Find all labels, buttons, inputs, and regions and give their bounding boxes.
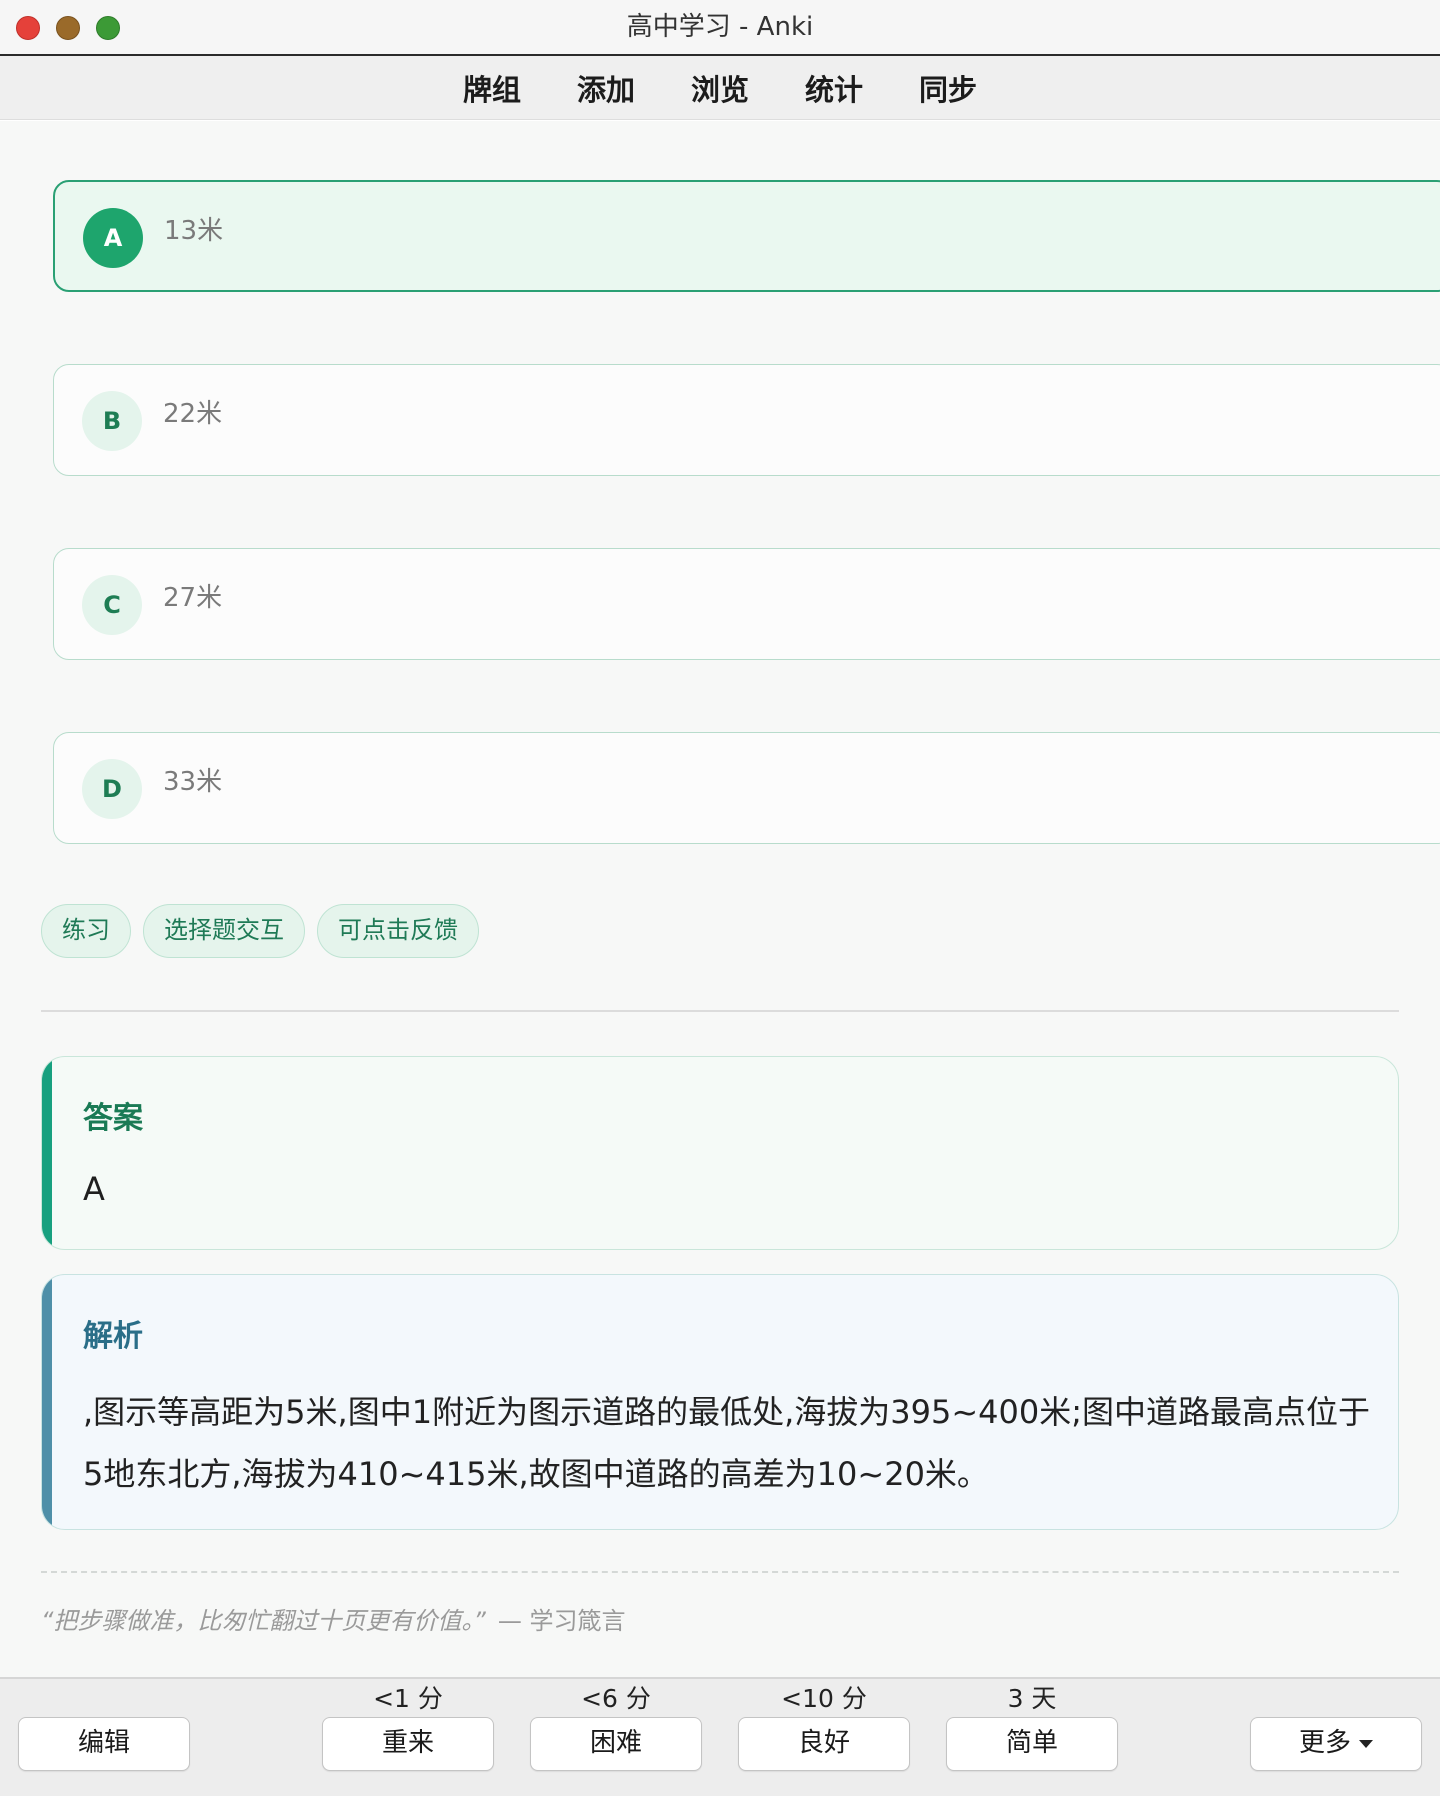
tag-clickable-feedback: 可点击反馈 xyxy=(317,904,479,958)
option-b[interactable]: B 22米 xyxy=(53,364,1440,476)
window-title: 高中学习 - Anki xyxy=(626,12,814,42)
analysis-text: ,图示等高距为5米,图中1附近为图示道路的最低处,海拔为395~400米;图中道… xyxy=(83,1393,1370,1493)
easy-button[interactable]: 简单 xyxy=(946,1717,1118,1771)
good-interval: <10 分 xyxy=(781,1684,867,1713)
option-a-badge: A xyxy=(83,208,143,268)
hard-button[interactable]: 困难 xyxy=(530,1717,702,1771)
option-c-badge: C xyxy=(82,575,142,635)
hard-interval: <6 分 xyxy=(581,1684,651,1713)
option-b-badge: B xyxy=(82,391,142,451)
again-button[interactable]: 重来 xyxy=(322,1717,494,1771)
analysis-title: 解析 xyxy=(83,1319,143,1354)
edit-button[interactable]: 编辑 xyxy=(18,1717,190,1771)
analysis-panel: 解析 ,图示等高距为5米,图中1附近为图示道路的最低处,海拔为395~400米;… xyxy=(41,1274,1399,1530)
title-bar: 高中学习 - Anki xyxy=(0,0,1440,56)
quote-text: “把步骤做准，比匆忙翻过十页更有价值。” xyxy=(41,1607,486,1635)
option-b-text: 22米 xyxy=(163,399,223,429)
option-a[interactable]: A 13米 xyxy=(53,180,1440,292)
toolbar-sync[interactable]: 同步 xyxy=(919,67,977,109)
toolbar-browse[interactable]: 浏览 xyxy=(691,67,749,109)
tag-list: 练习 选择题交互 可点击反馈 xyxy=(41,904,479,958)
toolbar-add[interactable]: 添加 xyxy=(577,67,635,109)
easy-interval: 3 天 xyxy=(1007,1684,1057,1713)
answer-divider xyxy=(41,1010,1399,1012)
option-d[interactable]: D 33米 xyxy=(53,732,1440,844)
tag-practice: 练习 xyxy=(41,904,131,958)
answer-panel: 答案 A xyxy=(41,1056,1399,1250)
again-interval: <1 分 xyxy=(373,1684,443,1713)
analysis-panel-accent xyxy=(42,1275,52,1529)
more-button-label: 更多 xyxy=(1298,1728,1351,1758)
toolbar-decks[interactable]: 牌组 xyxy=(463,67,521,109)
option-c-text: 27米 xyxy=(163,583,223,613)
answer-title: 答案 xyxy=(83,1101,143,1136)
option-d-text: 33米 xyxy=(163,767,223,797)
quote: “把步骤做准，比匆忙翻过十页更有价值。” — 学习箴言 xyxy=(41,1601,626,1636)
quote-source: — 学习箴言 xyxy=(497,1607,626,1635)
answer-panel-accent xyxy=(42,1057,52,1249)
tag-choice-interaction: 选择题交互 xyxy=(143,904,305,958)
option-d-badge: D xyxy=(82,759,142,819)
good-button[interactable]: 良好 xyxy=(738,1717,910,1771)
answer-value: A xyxy=(83,1170,105,1208)
review-bottom-bar: 编辑 <1 分 重来 <6 分 困难 <10 分 良好 3 天 简单 更多 xyxy=(0,1677,1440,1796)
quote-separator xyxy=(41,1571,1399,1573)
card-content: A 13米 B 22米 C 27米 D 33米 练习 选择题交互 可点击反馈 答… xyxy=(0,121,1440,1677)
main-toolbar: 牌组 添加 浏览 统计 同步 xyxy=(0,56,1440,120)
toolbar-stats[interactable]: 统计 xyxy=(805,67,863,109)
option-c[interactable]: C 27米 xyxy=(53,548,1440,660)
more-button[interactable]: 更多 xyxy=(1250,1717,1422,1771)
caret-down-icon xyxy=(1359,1739,1373,1748)
option-a-text: 13米 xyxy=(164,216,224,246)
